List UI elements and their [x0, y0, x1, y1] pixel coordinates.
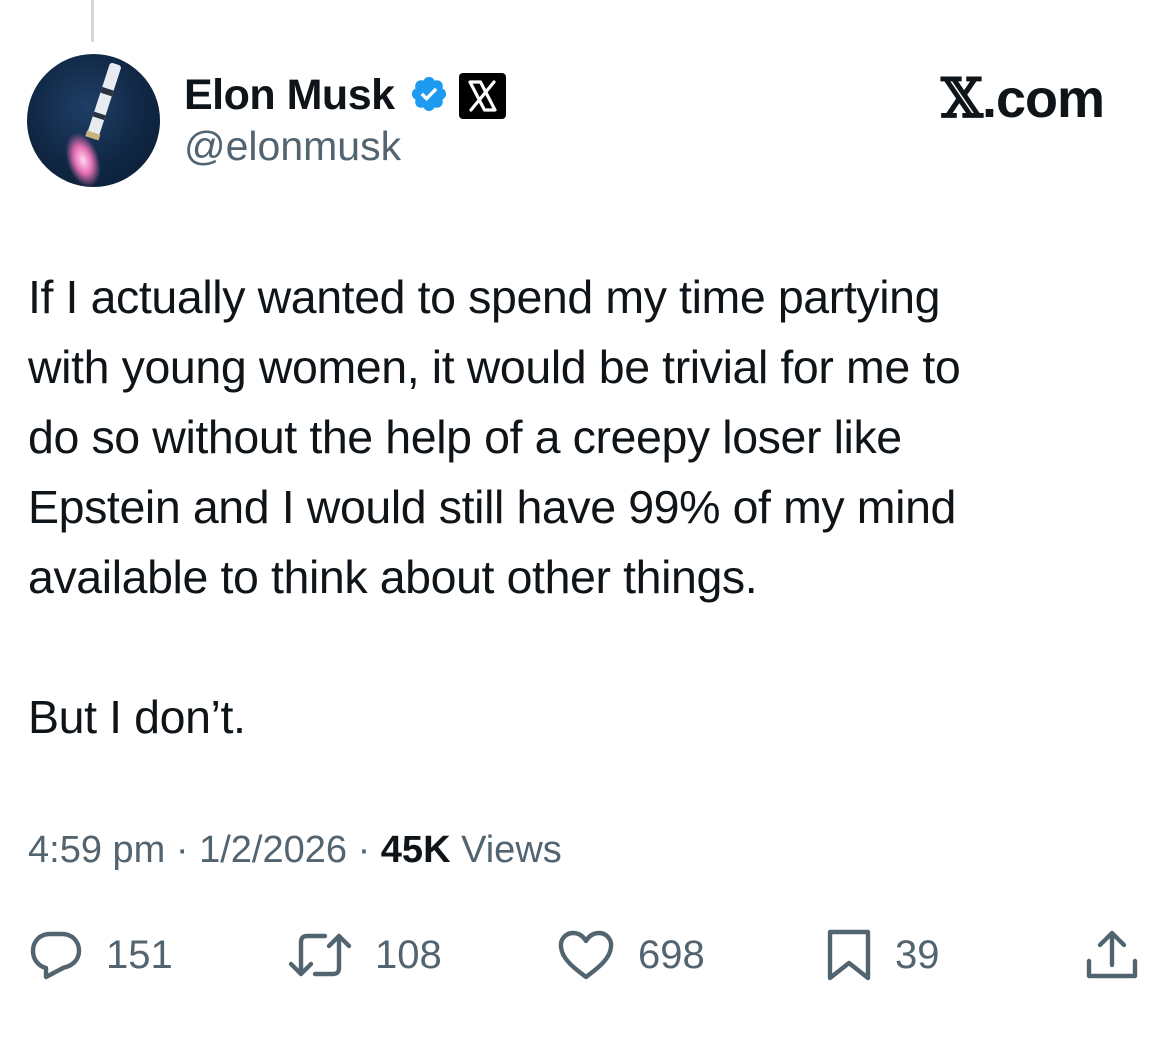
views-count[interactable]: 45K — [381, 829, 451, 871]
tweet-line: But I don’t. — [28, 691, 246, 743]
repost-button[interactable]: 108 — [287, 928, 442, 982]
site-label: 𝕏.com — [941, 66, 1105, 130]
like-button[interactable]: 698 — [556, 928, 705, 982]
tweet-line: do so without the help of a creepy loser… — [28, 411, 902, 463]
site-label-suffix: .com — [981, 69, 1105, 129]
avatar[interactable] — [27, 54, 160, 187]
x-logo-icon — [468, 80, 497, 112]
like-count: 698 — [638, 932, 705, 977]
thread-connector-line — [91, 0, 94, 42]
tweet-line: Epstein and I would still have 99% of my… — [28, 481, 956, 533]
affiliate-badge[interactable] — [459, 73, 506, 119]
tweet-paragraph-2: But I don’t. — [28, 682, 1138, 752]
bookmark-icon — [827, 929, 871, 981]
reply-button[interactable]: 151 — [28, 928, 173, 982]
tweet-line: available to think about other things. — [28, 551, 758, 603]
reply-icon — [30, 931, 82, 980]
reply-count: 151 — [106, 932, 173, 977]
tweet-line: with young women, it would be trivial fo… — [28, 341, 961, 393]
heart-icon — [558, 930, 614, 980]
avatar-rocket-image — [65, 62, 121, 187]
bookmark-count: 39 — [895, 932, 940, 977]
repost-count: 108 — [375, 932, 442, 977]
action-bar: 151 108 698 39 — [0, 920, 1170, 990]
user-handle[interactable]: @elonmusk — [184, 122, 401, 170]
tweet-paragraph-1: If I actually wanted to spend my time pa… — [28, 262, 1138, 612]
share-icon — [1086, 930, 1138, 979]
tweet-date[interactable]: 1/2/2026 — [199, 829, 347, 871]
display-name[interactable]: Elon Musk — [184, 70, 395, 120]
share-button[interactable] — [1084, 928, 1140, 982]
views-label: Views — [461, 829, 562, 871]
tweet-line: If I actually wanted to spend my time pa… — [28, 271, 941, 323]
bookmark-button[interactable]: 39 — [825, 928, 940, 982]
repost-icon — [288, 933, 352, 977]
tweet-meta: 4:59 pm · 1/2/2026 · 45K Views — [28, 825, 562, 875]
tweet-time[interactable]: 4:59 pm — [28, 829, 165, 871]
meta-separator: · — [357, 829, 371, 871]
verified-badge-icon — [411, 76, 447, 112]
tweet-text: If I actually wanted to spend my time pa… — [28, 262, 1138, 752]
meta-separator: · — [175, 829, 189, 871]
x-glyph: 𝕏 — [941, 66, 983, 130]
